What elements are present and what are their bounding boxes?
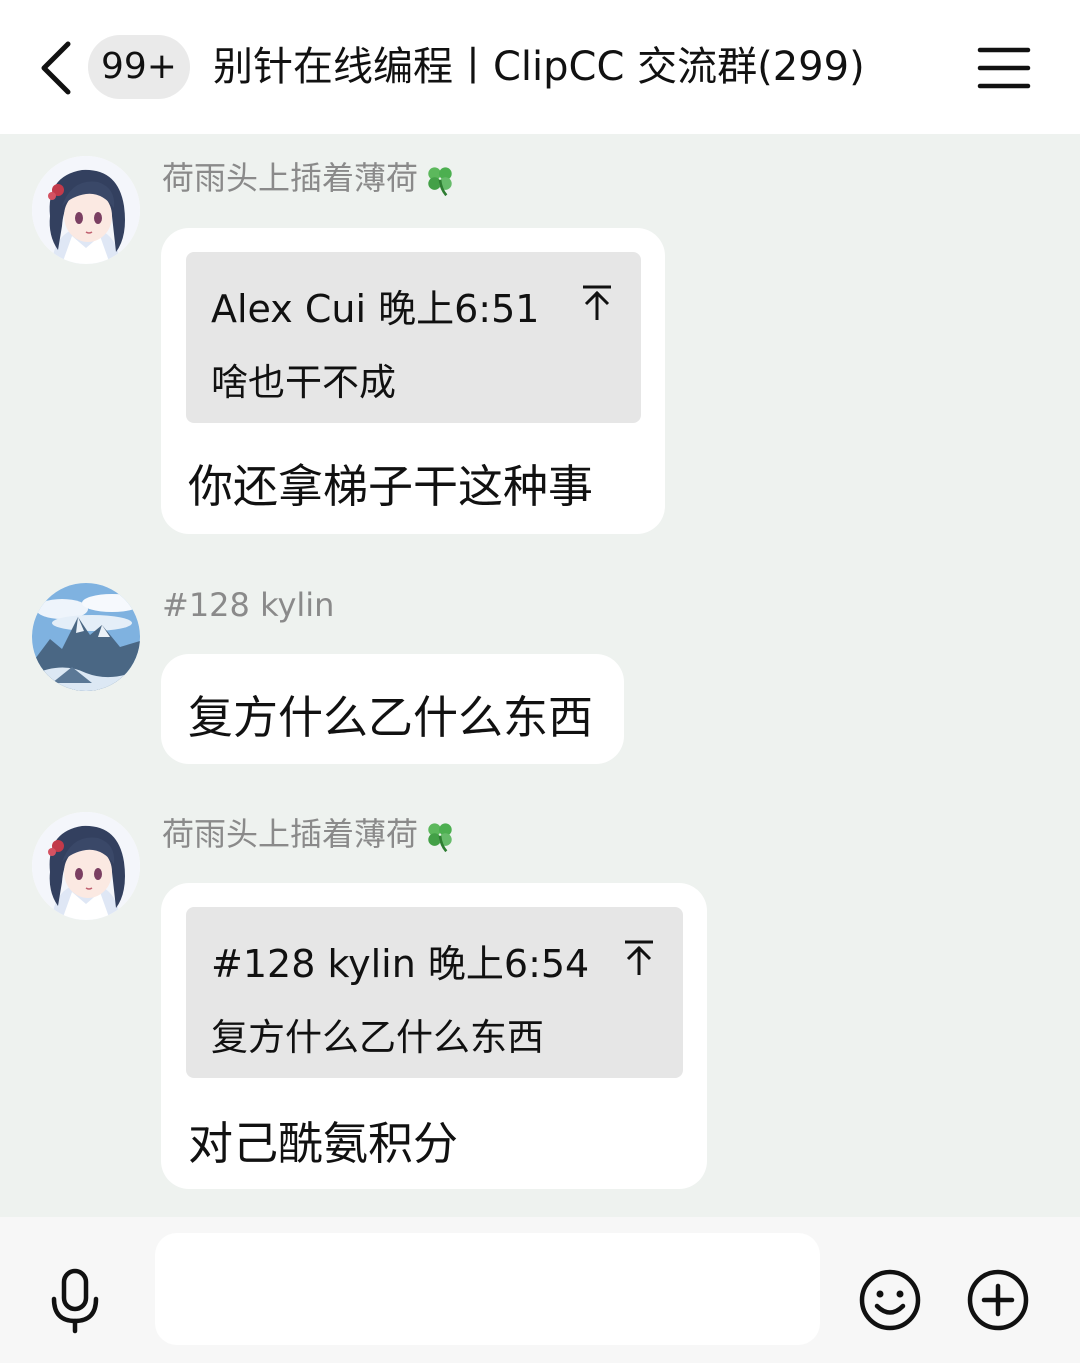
message-text: 复方什么乙什么东西	[188, 691, 594, 744]
chat-title[interactable]: 别针在线编程丨ClipCC 交流群(299)	[213, 30, 953, 104]
quote-text: 啥也干不成	[211, 361, 396, 404]
message-bubble[interactable]: #128 kylin 晚上6:54 复方什么乙什么东西 对己酰氨积分	[161, 883, 707, 1189]
input-bar	[0, 1217, 1080, 1363]
more-button[interactable]	[966, 1268, 1030, 1332]
quoted-message[interactable]: Alex Cui 晚上6:51 啥也干不成	[186, 252, 641, 423]
message-text: 对己酰氨积分	[188, 1117, 459, 1170]
jump-to-original-icon[interactable]	[579, 282, 615, 322]
message-text: 你还拿梯子干这种事	[188, 460, 594, 513]
back-button[interactable]	[34, 38, 78, 98]
avatar[interactable]	[32, 812, 140, 920]
quote-text: 复方什么乙什么东西	[211, 1016, 544, 1059]
smiley-face-icon	[859, 1269, 921, 1331]
chat-header: 99+ 别针在线编程丨ClipCC 交流群(299)	[0, 0, 1080, 134]
microphone-icon	[51, 1268, 99, 1334]
sender-name: 荷雨头上插着薄荷	[162, 812, 458, 856]
quote-time: 晚上6:54	[427, 942, 590, 986]
avatar[interactable]	[32, 156, 140, 264]
hamburger-menu-icon	[977, 47, 1031, 89]
quote-author: #128 kylin	[211, 942, 416, 986]
quote-header: #128 kylin 晚上6:54	[211, 933, 589, 988]
four-leaf-clover-icon	[422, 818, 458, 854]
quoted-message[interactable]: #128 kylin 晚上6:54 复方什么乙什么东西	[186, 907, 683, 1078]
unread-count-badge[interactable]: 99+	[88, 35, 190, 99]
plus-circle-icon	[967, 1269, 1029, 1331]
anime-girl-avatar	[32, 812, 140, 920]
sender-name-text: #128 kylin	[162, 586, 335, 624]
anime-girl-avatar	[32, 156, 140, 264]
sender-name-text: 荷雨头上插着薄荷	[162, 815, 419, 853]
message-bubble[interactable]: Alex Cui 晚上6:51 啥也干不成 你还拿梯子干这种事	[161, 228, 665, 534]
message-input[interactable]	[155, 1233, 820, 1345]
emoji-button[interactable]	[858, 1268, 922, 1332]
menu-button[interactable]	[976, 42, 1032, 94]
message-bubble[interactable]: 复方什么乙什么东西	[161, 654, 624, 764]
chevron-left-icon	[41, 41, 71, 95]
voice-button[interactable]	[46, 1267, 104, 1335]
mountain-landscape-avatar	[32, 583, 140, 691]
quote-time: 晚上6:51	[378, 287, 540, 331]
quote-author: Alex Cui	[211, 287, 367, 331]
sender-name: #128 kylin	[162, 583, 334, 627]
sender-name-text: 荷雨头上插着薄荷	[162, 159, 419, 197]
sender-name: 荷雨头上插着薄荷	[162, 156, 458, 200]
four-leaf-clover-icon	[422, 162, 458, 198]
avatar[interactable]	[32, 583, 140, 691]
jump-to-original-icon[interactable]	[621, 937, 657, 977]
quote-header: Alex Cui 晚上6:51	[211, 278, 539, 333]
message-list[interactable]: 荷雨头上插着薄荷 Alex Cui 晚上6:51 啥也干不成 你还拿梯子干这种事…	[0, 134, 1080, 1217]
